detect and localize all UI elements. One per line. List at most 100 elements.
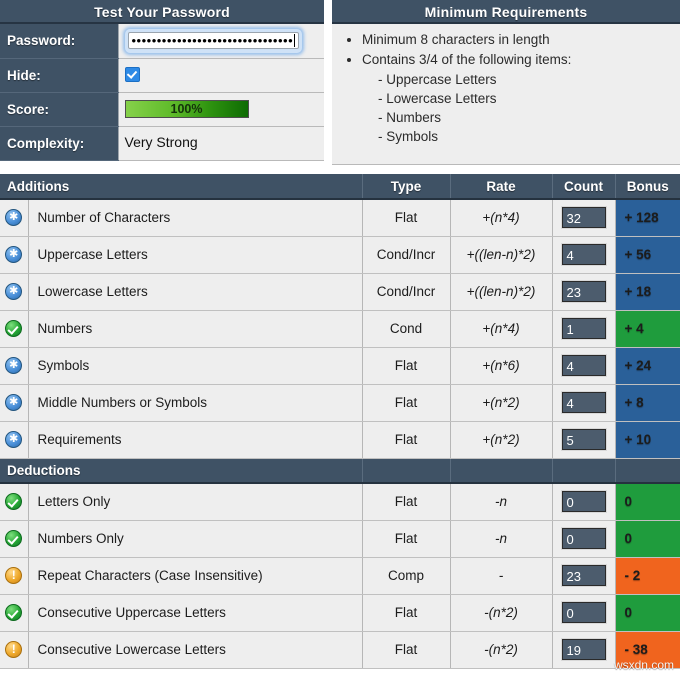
count-input[interactable]: 0 xyxy=(562,491,606,512)
row-count-cell: 0 xyxy=(552,594,615,631)
table-row: SymbolsFlat+(n*6) 4 + 24 xyxy=(0,347,680,384)
info-icon xyxy=(5,357,22,374)
row-name: Middle Numbers or Symbols xyxy=(28,384,362,421)
hide-checkbox[interactable] xyxy=(125,67,140,82)
row-status-cell xyxy=(0,273,28,310)
table-row: Uppercase LettersCond/Incr+((len-n)*2)4+… xyxy=(0,236,680,273)
info-icon xyxy=(5,283,22,300)
row-bonus: + 128 xyxy=(615,199,680,236)
row-count-cell: 4 xyxy=(552,347,615,384)
count-input[interactable]: 0 xyxy=(562,528,606,549)
row-bonus: + 10 xyxy=(615,421,680,458)
column-header-count xyxy=(552,458,615,483)
count-input[interactable]: 1 xyxy=(562,318,606,339)
row-name: Numbers Only xyxy=(28,520,362,557)
section-header-additions: AdditionsTypeRateCountBonus xyxy=(0,174,680,199)
hide-label: Hide: xyxy=(0,58,118,92)
password-input-wrapper[interactable]: •••••••••••••••••••••••••••••••• xyxy=(125,29,303,53)
row-count-cell: 0 xyxy=(552,483,615,520)
row-rate: -(n*2) xyxy=(450,594,552,631)
hide-checkbox-cell xyxy=(118,58,324,92)
right-panel-title: Minimum Requirements xyxy=(332,0,680,24)
row-rate: +(n*2) xyxy=(450,384,552,421)
table-row: Consecutive Lowercase LettersFlat-(n*2)1… xyxy=(0,631,680,668)
column-header-type xyxy=(362,458,450,483)
password-form: Password: ••••••••••••••••••••••••••••••… xyxy=(0,24,324,161)
row-name: Symbols xyxy=(28,347,362,384)
row-status-cell xyxy=(0,347,28,384)
column-header-bonus: Bonus xyxy=(615,174,680,199)
row-type: Flat xyxy=(362,347,450,384)
table-row: Number of CharactersFlat+(n*4)32+ 128 xyxy=(0,199,680,236)
password-input[interactable]: •••••••••••••••••••••••••••••••• xyxy=(128,32,300,49)
password-label: Password: xyxy=(0,24,118,58)
info-icon xyxy=(5,431,22,448)
complexity-cell: Very Strong xyxy=(118,126,324,160)
row-status-cell xyxy=(0,421,28,458)
hide-row: Hide: xyxy=(0,58,324,92)
row-rate: -n xyxy=(450,483,552,520)
row-type: Flat xyxy=(362,631,450,668)
count-input[interactable]: 4 xyxy=(562,392,606,413)
row-status-cell xyxy=(0,236,28,273)
row-name: Requirements xyxy=(28,421,362,458)
row-type: Cond xyxy=(362,310,450,347)
row-count-cell: 19 xyxy=(552,631,615,668)
column-header-type: Type xyxy=(362,174,450,199)
row-rate: +((len-n)*2) xyxy=(450,273,552,310)
row-bonus: + 8 xyxy=(615,384,680,421)
requirements-list: Minimum 8 characters in length Contains … xyxy=(332,30,680,69)
warn-icon xyxy=(5,567,22,584)
count-input[interactable]: 4 xyxy=(562,244,606,265)
section-title: Deductions xyxy=(0,458,362,483)
row-type: Flat xyxy=(362,384,450,421)
count-input[interactable]: 32 xyxy=(562,207,606,228)
count-input[interactable]: 23 xyxy=(562,281,606,302)
panel-divider xyxy=(324,0,332,167)
info-icon xyxy=(5,246,22,263)
score-cell: 100% xyxy=(118,92,324,126)
row-bonus: 0 xyxy=(615,594,680,631)
row-count-cell: 4 xyxy=(552,236,615,273)
top-panels: Test Your Password Password: •••••••••••… xyxy=(0,0,680,167)
section-title: Additions xyxy=(0,174,362,199)
row-status-cell xyxy=(0,384,28,421)
row-name: Number of Characters xyxy=(28,199,362,236)
row-bonus: + 24 xyxy=(615,347,680,384)
row-name: Consecutive Lowercase Letters xyxy=(28,631,362,668)
table-row: Numbers OnlyFlat-n00 xyxy=(0,520,680,557)
count-input[interactable]: 4 xyxy=(562,355,606,376)
row-status-cell xyxy=(0,594,28,631)
table-row: Letters OnlyFlat-n00 xyxy=(0,483,680,520)
score-label: Score: xyxy=(0,92,118,126)
count-input[interactable]: 5 xyxy=(562,429,606,450)
table-row: Middle Numbers or SymbolsFlat+(n*2) 4 + 8 xyxy=(0,384,680,421)
warn-icon xyxy=(5,641,22,658)
check-icon xyxy=(5,320,22,337)
row-type: Flat xyxy=(362,199,450,236)
row-bonus: + 4 xyxy=(615,310,680,347)
row-count-cell: 0 xyxy=(552,520,615,557)
count-input[interactable]: 0 xyxy=(562,602,606,623)
complexity-label: Complexity: xyxy=(0,126,118,160)
row-status-cell xyxy=(0,199,28,236)
table-row: NumbersCond+(n*4)1+ 4 xyxy=(0,310,680,347)
requirements-sub-list: - Uppercase Letters - Lowercase Letters … xyxy=(332,70,680,146)
score-row: Score: 100% xyxy=(0,92,324,126)
requirement-item: Contains 3/4 of the following items: xyxy=(362,50,680,69)
count-input[interactable]: 19 xyxy=(562,639,606,660)
column-header-count: Count xyxy=(552,174,615,199)
table-row: Consecutive Uppercase LettersFlat-(n*2)0… xyxy=(0,594,680,631)
count-input[interactable]: 23 xyxy=(562,565,606,586)
minimum-requirements-panel: Minimum Requirements Minimum 8 character… xyxy=(332,0,680,167)
row-type: Flat xyxy=(362,594,450,631)
column-header-rate xyxy=(450,458,552,483)
left-panel-title: Test Your Password xyxy=(0,0,324,24)
row-bonus: 0 xyxy=(615,520,680,557)
row-rate: +(n*6) xyxy=(450,347,552,384)
requirement-item: Minimum 8 characters in length xyxy=(362,30,680,49)
row-status-cell xyxy=(0,483,28,520)
row-status-cell xyxy=(0,310,28,347)
row-status-cell xyxy=(0,557,28,594)
password-field-cell: •••••••••••••••••••••••••••••••• xyxy=(118,24,324,58)
